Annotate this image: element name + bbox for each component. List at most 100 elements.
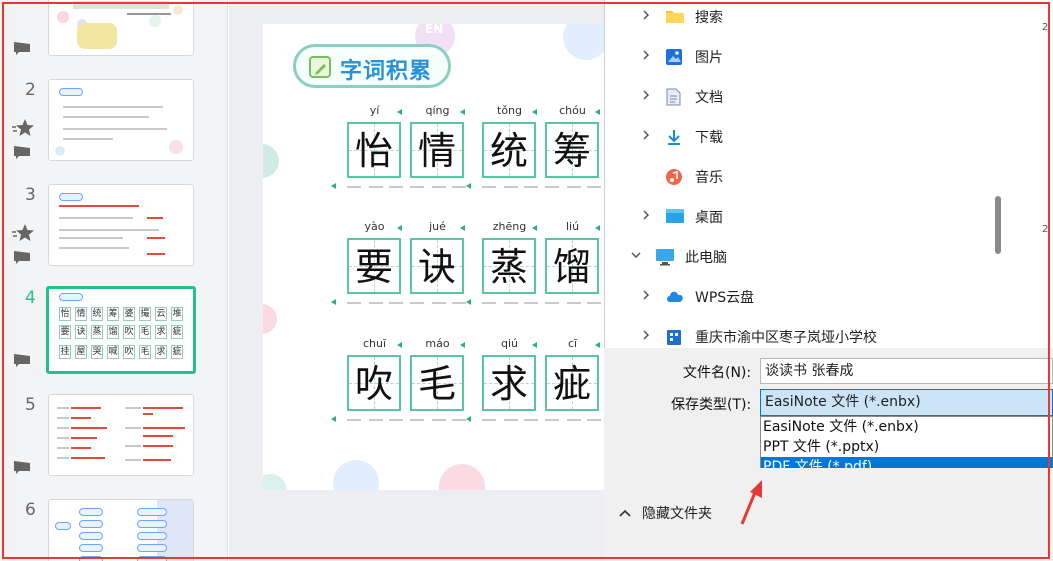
hide-folders-toggle[interactable]: 隐藏文件夹 — [618, 503, 712, 523]
comment-icon[interactable] — [11, 459, 33, 475]
slide-thumbnail-1[interactable] — [48, 0, 194, 56]
chevron-right-icon[interactable] — [637, 89, 655, 105]
character-cell[interactable]: 诀 — [410, 238, 464, 294]
chevron-right-icon[interactable] — [637, 289, 655, 305]
speaker-icon[interactable] — [595, 342, 600, 348]
character-cell[interactable]: 馏 — [545, 238, 599, 294]
vocab-card[interactable]: yí 怡 qíng 情 — [331, 104, 469, 192]
thumb-char-cell: 怡 — [59, 307, 71, 321]
cloud-icon — [665, 288, 687, 306]
comment-icon[interactable] — [11, 352, 33, 368]
download-icon — [665, 128, 687, 146]
slide-thumbnail-6[interactable] — [48, 499, 194, 561]
character-cell[interactable]: 疵 — [545, 355, 599, 411]
slide-thumbnail-2[interactable] — [48, 79, 194, 161]
thumb-char-cell: 疵 — [171, 325, 183, 339]
thumb-char-cell: 喊 — [107, 345, 119, 359]
slide-canvas-area: EN 字词积累 yí 怡 qíng 情 tǒng 统 chóu 筹 yào 要 jué 诀 zhēng 蒸… — [229, 0, 623, 561]
chevron-right-icon[interactable] — [637, 49, 655, 65]
speaker-icon[interactable] — [532, 109, 537, 115]
character-cell[interactable]: 毛 — [410, 355, 464, 411]
slide-thumbnail-3[interactable] — [48, 184, 194, 266]
speaker-icon[interactable] — [466, 183, 471, 189]
slide-canvas[interactable]: EN 字词积累 yí 怡 qíng 情 tǒng 统 chóu 筹 yào 要 jué 诀 zhēng 蒸… — [263, 24, 623, 490]
chevron-right-icon[interactable] — [637, 9, 655, 25]
pictures-icon — [665, 48, 687, 66]
speaker-icon[interactable] — [331, 299, 336, 305]
filetype-option[interactable]: PPT 文件 (*.pptx) — [761, 437, 1053, 457]
thumb-char-cell: 撮 — [139, 307, 151, 321]
comment-icon[interactable] — [11, 40, 33, 56]
character-cell[interactable]: 情 — [410, 122, 464, 178]
slide-thumbnail-5[interactable] — [48, 394, 194, 476]
slide-number: 6 — [25, 500, 36, 520]
speaker-icon[interactable] — [532, 342, 537, 348]
edge-digit: 2 — [1042, 22, 1049, 33]
character-cell[interactable]: 要 — [347, 238, 401, 294]
nav-item[interactable]: WPS云盘 — [637, 282, 754, 312]
vocab-card[interactable]: zhēng 蒸 liú 馏 — [466, 220, 604, 308]
nav-item[interactable]: 下载 — [637, 122, 723, 152]
nav-item[interactable]: 图片 — [637, 42, 723, 72]
thumb-char-cell: 屋 — [75, 345, 87, 359]
nav-item[interactable]: 音乐 — [637, 162, 723, 192]
thumb-char-cell: 毛 — [139, 325, 151, 339]
character-cell[interactable]: 吹 — [347, 355, 401, 411]
hanzi-character: 求 — [489, 362, 528, 406]
vocab-card[interactable]: tǒng 统 chóu 筹 — [466, 104, 604, 192]
nav-scrollbar-thumb[interactable] — [995, 196, 1001, 254]
speaker-icon[interactable] — [466, 416, 471, 422]
nav-item[interactable]: 桌面 — [637, 202, 723, 232]
speaker-icon[interactable] — [397, 109, 402, 115]
thumb-char-cell: 吹 — [123, 325, 135, 339]
chevron-right-icon[interactable] — [637, 209, 655, 225]
character-cell[interactable]: 统 — [482, 122, 536, 178]
slide-thumbnail-4[interactable]: 怡情统筹婆撮云堆要诀蒸馏吹毛求疵挂屋哭喊吹毛求疵 — [46, 286, 196, 374]
hanzi-character: 筹 — [552, 129, 591, 173]
nav-item[interactable]: 搜索 — [637, 2, 723, 32]
nav-item[interactable]: 重庆市渝中区枣子岚垭小学校 — [637, 322, 877, 348]
speaker-icon[interactable] — [460, 109, 465, 115]
character-cell[interactable]: 怡 — [347, 122, 401, 178]
slide-number: 3 — [25, 185, 36, 205]
character-cell[interactable]: 蒸 — [482, 238, 536, 294]
hanzi-character: 毛 — [417, 362, 456, 406]
hanzi-character: 馏 — [552, 245, 591, 289]
speaker-icon[interactable] — [331, 416, 336, 422]
thumb-char-cell: 婆 — [123, 307, 135, 321]
character-cell[interactable]: 求 — [482, 355, 536, 411]
chevron-right-icon[interactable] — [637, 129, 655, 145]
comment-icon[interactable] — [11, 249, 33, 265]
speaker-icon[interactable] — [460, 225, 465, 231]
speaker-icon[interactable] — [595, 109, 600, 115]
speaker-icon[interactable] — [466, 299, 471, 305]
chevron-down-icon[interactable] — [627, 249, 645, 265]
folder-navigation-tree: 搜索图片文档下载音乐桌面此电脑 WPS云盘重庆市渝中区枣子岚垭小学校 — [605, 0, 1014, 348]
speaker-icon[interactable] — [595, 225, 600, 231]
nav-item[interactable]: 此电脑 — [627, 242, 727, 272]
speaker-icon[interactable] — [532, 225, 537, 231]
comment-icon[interactable] — [11, 144, 33, 160]
thumb-char-cell: 挂 — [59, 345, 71, 359]
section-title: 字词积累 — [340, 59, 433, 84]
speaker-icon[interactable] — [397, 225, 402, 231]
thumb-char-cell: 云 — [155, 307, 167, 321]
hanzi-character: 吹 — [354, 362, 393, 406]
vocab-card[interactable]: yào 要 jué 诀 — [331, 220, 469, 308]
character-cell[interactable]: 筹 — [545, 122, 599, 178]
filetype-option[interactable]: EasiNote 文件 (*.enbx) — [761, 417, 1053, 437]
nav-item[interactable]: 文档 — [637, 82, 723, 112]
filename-input[interactable]: 谈读书 张春成 — [760, 358, 1053, 384]
card-footer — [343, 299, 469, 307]
vocab-card[interactable]: chuī 吹 máo 毛 — [331, 337, 469, 425]
music-icon — [665, 168, 687, 186]
speaker-icon[interactable] — [397, 342, 402, 348]
animation-star-icon[interactable] — [11, 223, 35, 243]
filetype-select[interactable]: EasiNote 文件 (*.enbx) — [760, 389, 1053, 416]
animation-star-icon[interactable] — [11, 118, 35, 138]
chevron-right-icon[interactable] — [637, 329, 655, 345]
vocab-card[interactable]: qiú 求 cī 疵 — [466, 337, 604, 425]
speaker-icon[interactable] — [460, 342, 465, 348]
speaker-icon[interactable] — [331, 183, 336, 189]
thumb-char-cell: 统 — [91, 307, 103, 321]
